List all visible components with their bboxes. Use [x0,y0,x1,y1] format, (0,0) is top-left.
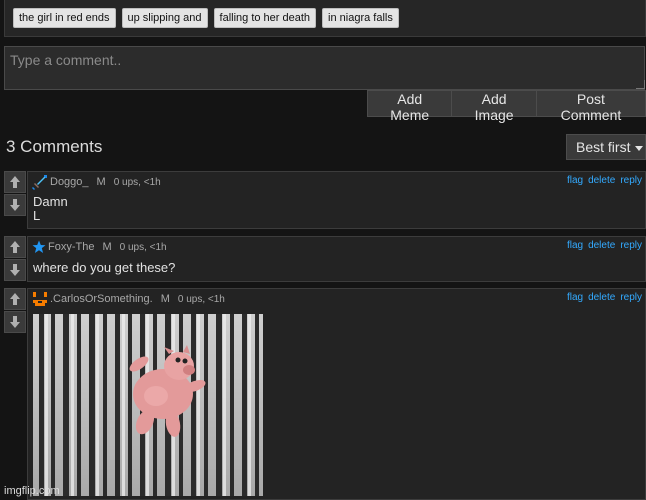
comment: Doggo_ M 0 ups, <1h flag delete reply Da… [27,171,646,229]
username[interactable]: .CarlosOrSomething. [50,293,153,305]
post-comment-button[interactable]: Post Comment [536,90,646,123]
gender-label: M [96,176,106,188]
tag[interactable]: in niagra falls [322,8,399,28]
reply-link[interactable]: reply [620,240,642,251]
arrow-down-icon [10,316,20,328]
tag[interactable]: falling to her death [213,8,317,28]
gender-label: M [160,293,170,305]
flag-link[interactable]: flag [567,175,583,186]
imgflip-watermark: imgflip.com [4,485,60,497]
arrow-down-icon [10,199,20,211]
comment-meta: .CarlosOrSomething. M 0 ups, <1h [32,291,225,307]
delete-link[interactable]: delete [588,292,615,303]
orange-face-icon [33,292,47,306]
downvote-button[interactable] [4,194,26,216]
resize-handle[interactable] [636,80,645,89]
comment-text: Damn L [33,195,68,223]
add-meme-button[interactable]: Add Meme [367,90,453,123]
star-icon [32,240,46,253]
comment-text: where do you get these? [33,261,175,275]
username[interactable]: Doggo_ [50,176,89,188]
tags-panel: the girl in red ends up slipping and fal… [4,0,646,37]
comment-meta: Foxy-The M 0 ups, <1h [32,239,167,255]
comment-line: L [33,208,41,223]
upvote-button[interactable] [4,236,26,258]
sort-dropdown[interactable]: Best first [566,134,646,160]
caret-down-icon [635,145,644,151]
comment-meta: Doggo_ M 0 ups, <1h [32,174,161,190]
downvote-button[interactable] [4,311,26,333]
arrow-up-icon [10,241,20,253]
comment-stats: 0 ups, <1h [177,293,225,305]
add-image-button[interactable]: Add Image [452,90,537,123]
vote-controls [4,236,26,281]
flag-link[interactable]: flag [567,240,583,251]
comment-actions: flag delete reply [567,240,642,251]
comment-image[interactable] [33,314,263,496]
vote-controls [4,171,26,216]
gender-label: M [102,241,112,253]
delete-link[interactable]: delete [588,240,615,251]
tag[interactable]: the girl in red ends [13,8,116,28]
comments-count: 3 Comments [6,137,103,156]
vote-controls [4,288,26,333]
reply-link[interactable]: reply [620,175,642,186]
upvote-button[interactable] [4,171,26,193]
comment: Foxy-The M 0 ups, <1h flag delete reply … [27,236,646,282]
reply-link[interactable]: reply [620,292,642,303]
falling-pig-image [33,314,263,496]
username[interactable]: Foxy-The [48,241,94,253]
sort-label: Best first [576,139,631,155]
comment-stats: 0 ups, <1h [113,176,161,188]
pixel-sword-icon [32,175,47,190]
tag-list: the girl in red ends up slipping and fal… [13,8,399,28]
comment: .CarlosOrSomething. M 0 ups, <1h flag de… [27,288,646,500]
comment-actions: flag delete reply [567,292,642,303]
flag-link[interactable]: flag [567,292,583,303]
comment-stats: 0 ups, <1h [119,241,167,253]
arrow-down-icon [10,264,20,276]
tag[interactable]: up slipping and [121,8,208,28]
downvote-button[interactable] [4,259,26,281]
comment-line: Damn [33,194,68,209]
comment-actions: flag delete reply [567,175,642,186]
delete-link[interactable]: delete [588,175,615,186]
arrow-up-icon [10,176,20,188]
comment-input[interactable] [4,46,645,90]
arrow-up-icon [10,293,20,305]
comment-line: where do you get these? [33,260,176,275]
comment-actions: Add Meme Add Image Post Comment [367,90,646,123]
upvote-button[interactable] [4,288,26,310]
